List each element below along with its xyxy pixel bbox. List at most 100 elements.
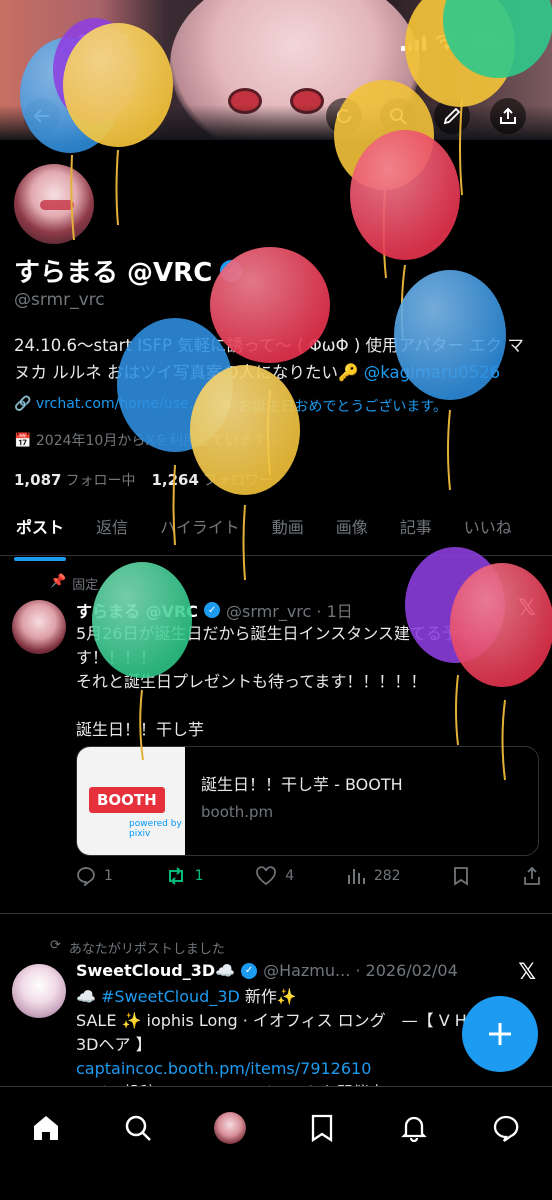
following-stat[interactable]: 1,087 フォロー中 (14, 470, 135, 490)
share-icon (524, 866, 540, 885)
tab-posts[interactable]: ポスト (0, 506, 80, 561)
nav-notifications[interactable] (391, 1105, 437, 1151)
post-text: ☁️ #SweetCloud_3D 新作✨ SALE ✨ iophis Long… (76, 985, 516, 1101)
post-avatar[interactable] (12, 964, 66, 1018)
post-author-name[interactable]: SweetCloud_3D☁️ (76, 961, 235, 980)
following-label: フォロー中 (65, 473, 136, 489)
arrow-left-icon (33, 109, 49, 123)
plus-icon (489, 1023, 511, 1045)
like-count: 4 (285, 868, 295, 884)
tab-images[interactable]: 画像 (320, 506, 384, 555)
refresh-icon (337, 108, 351, 123)
profile-link-row[interactable]: 🔗 vrchat.com/home/use… (14, 396, 203, 416)
reply-count: 1 (104, 868, 113, 884)
share-post-button[interactable] (522, 866, 542, 886)
following-count: 1,087 (14, 471, 62, 489)
card-thumbnail: BOOTH powered by pixiv (77, 747, 185, 855)
repost-count: 1 (194, 868, 204, 884)
nav-home[interactable] (23, 1105, 69, 1151)
followers-label: フォロワー (202, 473, 273, 489)
bookmark-icon (311, 1114, 333, 1142)
pin-icon: 📌 (50, 574, 67, 589)
card-domain: booth.pm (201, 803, 274, 821)
refresh-button[interactable] (326, 98, 362, 134)
post-line: ☁️ #SweetCloud_3D 新作✨ (76, 987, 297, 1006)
post-header: すらまる @VRC ✓ @srmr_vrc · 1日 (76, 598, 353, 622)
nav-bookmarks[interactable] (299, 1105, 345, 1151)
back-button[interactable] (24, 98, 60, 134)
x-logo-icon: 𝕏 (518, 596, 536, 621)
bell-icon (401, 1116, 427, 1142)
reply-button[interactable]: 1 (76, 866, 113, 886)
balloon-red (350, 130, 460, 341)
tab-articles[interactable]: 記事 (384, 506, 448, 555)
tab-videos[interactable]: 動画 (256, 506, 320, 555)
booth-logo: BOOTH (89, 787, 165, 813)
followers-stat[interactable]: 1,264 フォロワー (151, 470, 272, 490)
verified-badge-icon[interactable]: ✓ (220, 259, 243, 282)
post-author-name[interactable]: すらまる @VRC (76, 598, 198, 622)
post-author-meta: @srmr_vrc · 1日 (226, 602, 353, 621)
repost-indicator: ⟳ あなたがリポストしました (50, 938, 225, 957)
birthday-row: 🎈 お誕生日おめでとうございます。 (216, 399, 448, 415)
x-logo-icon: 𝕏 (518, 960, 536, 985)
status-icons (401, 34, 506, 52)
edit-button[interactable] (434, 98, 470, 134)
tab-likes[interactable]: いいね (448, 506, 528, 555)
profile-link[interactable]: vrchat.com/home/use… (36, 396, 203, 412)
compose-button[interactable] (462, 996, 538, 1072)
profile-display-name: すらまる @VRC (14, 258, 213, 288)
pinned-label: 固定 (72, 578, 99, 593)
pencil-icon (443, 107, 461, 125)
post-text: 5月26日が誕生日だから誕生日インスタンス建てる予定です！！！！ それと誕生日プ… (76, 624, 490, 739)
profile-handle: @srmr_vrc (14, 290, 105, 310)
card-body: 誕生日！！干し芋 - BOOTH booth.pm (185, 747, 419, 855)
wifi-icon (436, 35, 458, 50)
nav-profile[interactable] (207, 1105, 253, 1151)
tab-highlights[interactable]: ハイライト (144, 506, 256, 555)
views-button[interactable]: 282 (346, 866, 401, 886)
signal-icon (401, 35, 426, 51)
search-icon (390, 108, 407, 125)
verified-badge-icon: ✓ (241, 962, 258, 979)
profile-tabs: ポスト 返信 ハイライト 動画 画像 記事 いいね (0, 506, 552, 561)
profile-avatar[interactable] (10, 160, 98, 248)
bio-mention-link[interactable]: @kagimaru0526 (364, 363, 500, 382)
search-button[interactable] (380, 98, 416, 134)
repost-icon (168, 867, 183, 885)
joined-text: 2024年10月からXを利用しています (35, 433, 267, 449)
nav-search[interactable] (115, 1105, 161, 1151)
share-button[interactable] (490, 98, 526, 134)
hashtag-link[interactable]: #SweetCloud_3D (101, 987, 240, 1006)
post-avatar[interactable] (12, 600, 66, 654)
message-icon (493, 1115, 519, 1142)
like-button[interactable]: 4 (255, 866, 294, 886)
link-card[interactable]: BOOTH powered by pixiv 誕生日！！干し芋 - BOOTH … (76, 746, 539, 856)
post-divider (0, 913, 552, 914)
nav-messages[interactable] (483, 1105, 529, 1151)
profile-bio: 24.10.6〜start ISFP 気軽に誘って〜 ( ΦωΦ ) 使用アバタ… (14, 332, 534, 386)
bookmark-button[interactable] (452, 866, 470, 886)
repost-button[interactable]: 1 (165, 866, 204, 886)
post-actions: 1 1 4 282 (76, 866, 542, 886)
repost-small-icon: ⟳ (50, 938, 61, 953)
repost-note-text: あなたがリポストしました (68, 942, 225, 957)
share-icon (500, 107, 516, 124)
tab-replies[interactable]: 返信 (80, 506, 144, 555)
verified-badge-icon: ✓ (204, 602, 221, 618)
heart-icon (256, 866, 277, 886)
birthday-text: お誕生日おめでとうございます。 (238, 399, 448, 415)
post-url-link[interactable]: captaincoc.booth.pm/items/7912610 (76, 1057, 516, 1081)
views-icon (347, 869, 365, 884)
status-time: 0:22 (76, 32, 131, 57)
profile-name-row: すらまる @VRC ✓ (14, 252, 243, 289)
follow-stats: 1,087 フォロー中 1,264 フォロワー (14, 470, 273, 490)
post-line-suffix: 新作✨ (239, 987, 297, 1006)
bookmark-icon (454, 867, 469, 886)
home-icon (34, 1116, 58, 1140)
search-icon (125, 1115, 151, 1141)
battery-icon (468, 34, 506, 52)
pixiv-logo: powered by pixiv (129, 819, 182, 839)
profile-meta-row: 🔗 vrchat.com/home/use… 🎈 お誕生日おめでとうございます。 (14, 396, 447, 416)
post-line: SALE ✨ iophis Long · イオフィス ロング —【 V Hair… (76, 1011, 499, 1054)
